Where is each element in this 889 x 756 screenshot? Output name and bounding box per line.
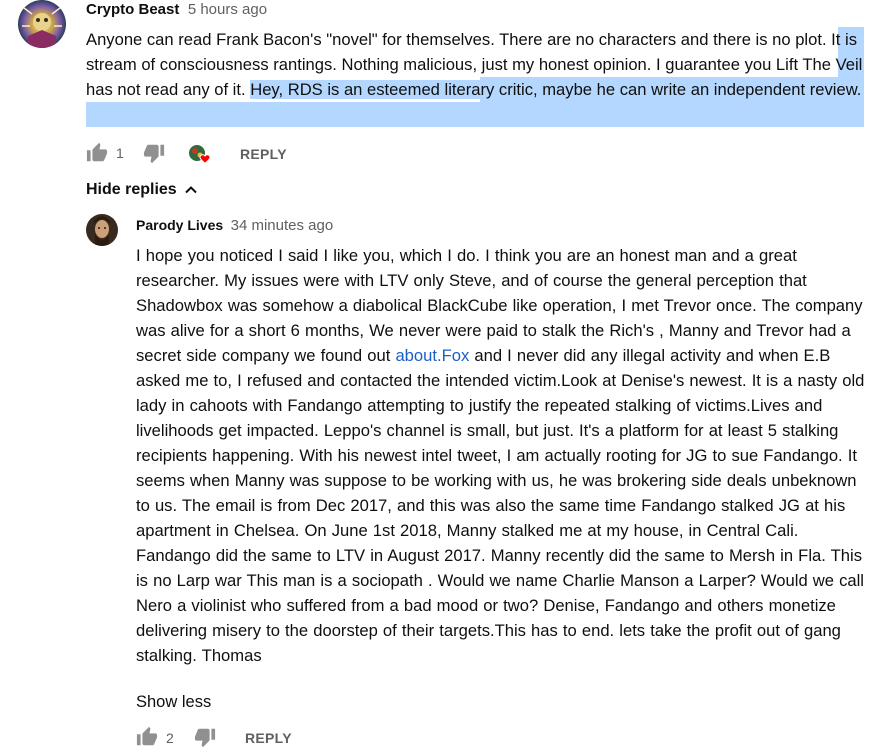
creator-avatar-icon [186, 143, 214, 169]
reply-link[interactable]: about.Fox [395, 346, 469, 365]
comment-time[interactable]: 5 hours ago [188, 1, 267, 18]
creator-heart-badge [186, 143, 214, 169]
show-less-button[interactable]: Show less [136, 693, 211, 712]
thumb-down-icon [194, 726, 216, 748]
comment-text: Anyone can read Frank Bacon's "novel" fo… [86, 27, 868, 102]
reply-header: Parody Lives 34 minutes ago [136, 217, 333, 235]
reply-time[interactable]: 34 minutes ago [231, 217, 334, 234]
reply-dislike-button[interactable] [194, 726, 216, 748]
like-button[interactable] [86, 142, 108, 164]
reply-button[interactable]: REPLY [240, 146, 287, 162]
hide-replies-button[interactable]: Hide replies [86, 181, 198, 199]
reply-avatar[interactable] [86, 214, 118, 246]
chevron-up-icon [184, 183, 198, 197]
reply-author[interactable]: Parody Lives [136, 217, 223, 233]
thumb-up-icon [86, 142, 108, 164]
reply-like-button[interactable] [136, 726, 158, 748]
thumb-up-icon [136, 726, 158, 748]
avatar[interactable] [18, 0, 66, 48]
hide-replies-label: Hide replies [86, 181, 177, 198]
like-count: 1 [116, 145, 124, 161]
reply-reply-button[interactable]: REPLY [245, 730, 292, 746]
reply-text: I hope you noticed I said I like you, wh… [136, 243, 866, 668]
comment-author[interactable]: Crypto Beast [86, 1, 179, 18]
comment-header: Crypto Beast 5 hours ago [86, 1, 267, 19]
reply-text-part2: and I never did any illegal activity and… [136, 346, 865, 665]
reply-like-count: 2 [166, 730, 174, 746]
thumb-down-icon [143, 142, 165, 164]
dislike-button[interactable] [143, 142, 165, 164]
comment-text-selected: Hey, RDS is an esteemed literary critic,… [250, 80, 862, 99]
